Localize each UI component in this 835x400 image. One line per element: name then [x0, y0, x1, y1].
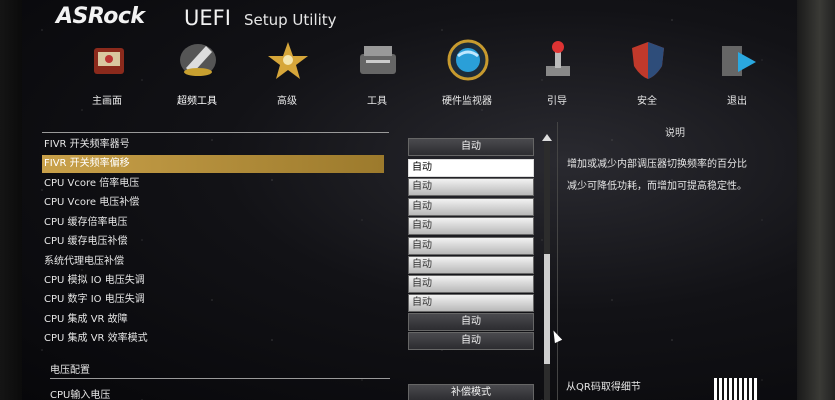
- nav-main[interactable]: 主画面: [62, 38, 152, 110]
- nav-exit-label: 退出: [727, 96, 747, 107]
- nav-advanced-label: 高级: [277, 96, 297, 107]
- setting-label: 系统代理电压补偿: [44, 256, 124, 267]
- nav-security[interactable]: 安全: [602, 38, 692, 110]
- nav-oc-tweaker[interactable]: 超频工具: [152, 38, 242, 110]
- brand-logo: ASRock: [56, 4, 145, 29]
- setup-utility-label: Setup Utility: [244, 11, 337, 29]
- divider: [42, 132, 389, 133]
- setting-cpu-analog-io-voltage[interactable]: CPU 模拟 IO 电压失调: [42, 272, 384, 290]
- setting-label: CPU 模拟 IO 电压失调: [44, 275, 145, 286]
- oc-tweaker-icon: [180, 44, 216, 76]
- value-fivr-switch-freq[interactable]: 自动: [408, 138, 534, 156]
- setting-label: CPU 缓存倍率电压: [44, 217, 128, 228]
- nav-main-label: 主画面: [92, 96, 122, 107]
- setting-label: FIVR 开关频率偏移: [44, 158, 130, 169]
- setting-cpu-integrated-vr-fault[interactable]: CPU 集成 VR 故障: [42, 311, 384, 329]
- nav-hardware-monitor[interactable]: 硬件监视器: [422, 38, 512, 110]
- help-line-2: 减少可降低功耗，而增加可提高稳定性。: [567, 181, 747, 192]
- setting-fivr-switch-freq[interactable]: FIVR 开关频率器号: [42, 136, 384, 154]
- value-fivr-switch-freq-offset[interactable]: 自动: [408, 159, 534, 177]
- home-icon: [94, 48, 124, 74]
- advanced-icon: [268, 42, 308, 79]
- boot-icon: [546, 41, 570, 76]
- setting-label: FIVR 开关频率器号: [44, 139, 130, 150]
- setting-cpu-integrated-vr-efficiency[interactable]: CPU 集成 VR 效率模式: [42, 330, 384, 348]
- setting-label: CPU 缓存电压补偿: [44, 236, 128, 247]
- top-navigation: 主画面 超频工具 高级 工具 硬件监视器 引导 安全 退出: [62, 38, 782, 110]
- nav-tool[interactable]: 工具: [332, 38, 422, 110]
- setting-cpu-input-voltage[interactable]: CPU输入电压: [50, 386, 110, 400]
- value-cpu-cache-voltage-offset[interactable]: 自动: [408, 237, 534, 255]
- hardware-monitor-icon: [447, 39, 489, 81]
- help-title: 说明: [665, 128, 685, 139]
- exit-icon: [722, 46, 756, 76]
- value-cpu-input-voltage[interactable]: 补偿模式: [408, 384, 534, 400]
- voltage-section-title: 电压配置: [50, 365, 90, 376]
- value-system-agent-voltage-offset[interactable]: 自动: [408, 256, 534, 274]
- setting-label: CPU Vcore 倍率电压: [44, 178, 140, 189]
- tool-icon: [360, 46, 396, 74]
- value-cpu-vcore-ratio-voltage[interactable]: 自动: [408, 178, 534, 196]
- setting-label: CPU 集成 VR 效率模式: [44, 333, 148, 344]
- value-cpu-vcore-voltage-offset[interactable]: 自动: [408, 198, 534, 216]
- nav-boot-label: 引导: [547, 96, 567, 107]
- voltage-section-divider: [50, 378, 390, 379]
- bios-screen: ASRock UEFI Setup Utility 主画面 超频工具 高级 工具…: [22, 0, 797, 400]
- setting-cpu-cache-ratio-voltage[interactable]: CPU 缓存倍率电压: [42, 214, 384, 232]
- settings-scrollbar[interactable]: [542, 134, 552, 400]
- help-description: 增加或减少内部调压器切换频率的百分比 减少可降低功耗，而增加可提高稳定性。: [567, 154, 789, 198]
- nav-oc-tweaker-label: 超频工具: [177, 96, 217, 107]
- setting-label: CPU 集成 VR 故障: [44, 314, 128, 325]
- help-panel: 说明 增加或减少内部调压器切换频率的百分比 减少可降低功耗，而增加可提高稳定性。…: [557, 122, 792, 400]
- qr-code-icon: [714, 378, 758, 400]
- setting-label: CPU Vcore 电压补偿: [44, 197, 140, 208]
- security-icon: [632, 42, 664, 79]
- nav-boot[interactable]: 引导: [512, 38, 602, 110]
- setting-label: CPU 数字 IO 电压失调: [44, 294, 145, 305]
- setting-cpu-digital-io-voltage[interactable]: CPU 数字 IO 电压失调: [42, 291, 384, 309]
- setting-cpu-cache-voltage-offset[interactable]: CPU 缓存电压补偿: [42, 233, 384, 251]
- value-cpu-cache-ratio-voltage[interactable]: 自动: [408, 217, 534, 235]
- nav-hardware-monitor-label: 硬件监视器: [442, 96, 492, 107]
- nav-security-label: 安全: [637, 96, 657, 107]
- value-cpu-digital-io-voltage[interactable]: 自动: [408, 294, 534, 312]
- nav-advanced[interactable]: 高级: [242, 38, 332, 110]
- setting-system-agent-voltage-offset[interactable]: 系统代理电压补偿: [42, 253, 384, 271]
- setting-cpu-vcore-ratio-voltage[interactable]: CPU Vcore 倍率电压: [42, 175, 384, 193]
- nav-tool-label: 工具: [367, 96, 387, 107]
- scroll-thumb[interactable]: [544, 254, 550, 364]
- qr-code-label: 从QR码取得细节: [566, 382, 641, 393]
- value-cpu-analog-io-voltage[interactable]: 自动: [408, 275, 534, 293]
- monitor-bezel-left: [0, 0, 22, 400]
- nav-exit[interactable]: 退出: [692, 38, 782, 110]
- monitor-bezel-right: [797, 0, 835, 400]
- setting-fivr-switch-freq-offset[interactable]: FIVR 开关频率偏移: [42, 155, 384, 173]
- value-cpu-integrated-vr-efficiency[interactable]: 自动: [408, 332, 534, 350]
- settings-list: FIVR 开关频率器号 FIVR 开关频率偏移 CPU Vcore 倍率电压 C…: [42, 128, 390, 400]
- uefi-label: UEFI: [184, 6, 231, 30]
- value-cpu-integrated-vr-fault[interactable]: 自动: [408, 313, 534, 331]
- scroll-up-arrow-icon[interactable]: [542, 134, 552, 141]
- setting-cpu-vcore-voltage-offset[interactable]: CPU Vcore 电压补偿: [42, 194, 384, 212]
- help-line-1: 增加或减少内部调压器切换频率的百分比: [567, 159, 747, 170]
